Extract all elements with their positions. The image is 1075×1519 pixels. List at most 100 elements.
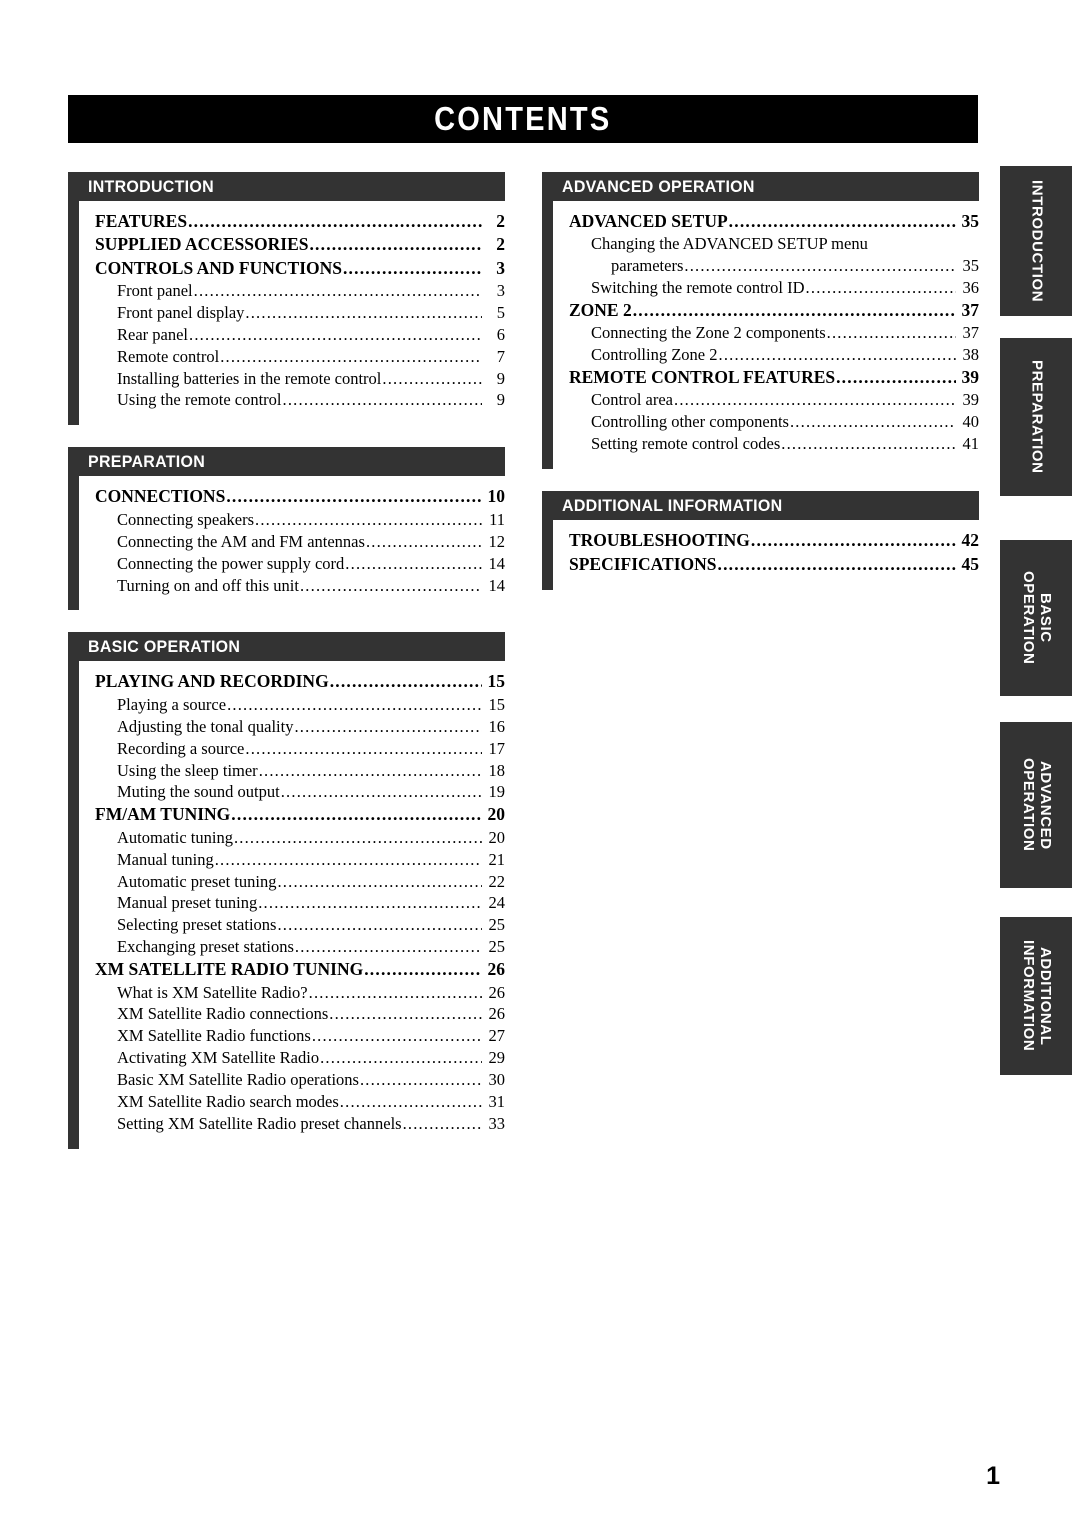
toc-leader-dots: ........................................… [214, 849, 482, 869]
toc-entry[interactable]: SPECIFICATIONS .........................… [569, 553, 979, 576]
toc-entry-page: 31 [488, 1092, 506, 1112]
toc-leader-dots: ........................................… [245, 302, 482, 322]
toc-entry[interactable]: Changing the ADVANCED SETUP menu paramete… [591, 233, 979, 277]
toc-entry[interactable]: TROUBLESHOOTING ........................… [569, 529, 979, 552]
toc-entry[interactable]: Controlling Zone 2 .....................… [591, 344, 979, 366]
toc-entry[interactable]: Switching the remote control ID ........… [591, 277, 979, 299]
toc-entry[interactable]: ZONE 2 .................................… [569, 299, 979, 322]
toc-entry[interactable]: Connecting the Zone 2 components .......… [591, 322, 979, 344]
toc-entry-label: Controlling Zone 2 [591, 345, 718, 365]
toc-entry[interactable]: Muting the sound output ................… [117, 781, 505, 803]
side-tab-additional-information[interactable]: ADDITIONAL INFORMATION [1000, 917, 1072, 1075]
toc-entry-page: 25 [488, 915, 506, 935]
toc-leader-dots: ........................................… [299, 575, 482, 595]
toc-leader-dots: ........................................… [345, 553, 482, 573]
toc-entry-label: parameters [611, 256, 684, 276]
toc-entry[interactable]: XM SATELLITE RADIO TUNING ..............… [95, 958, 505, 981]
toc-entry[interactable]: Playing a source .......................… [117, 694, 505, 716]
toc-entry[interactable]: PLAYING AND RECORDING ..................… [95, 670, 505, 693]
toc-entry[interactable]: Front panel ............................… [117, 280, 505, 302]
toc-leader-dots: ........................................… [311, 1026, 482, 1046]
toc-entry[interactable]: Remote control .........................… [117, 346, 505, 368]
toc-leader-dots: ........................................… [308, 982, 482, 1002]
toc-leader-dots: ........................................… [188, 211, 482, 231]
toc-entry[interactable]: XM Satellite Radio connections .........… [117, 1003, 505, 1025]
toc-entry[interactable]: Adjusting the tonal quality ............… [117, 716, 505, 738]
toc-entry[interactable]: Installing batteries in the remote contr… [117, 368, 505, 390]
toc-leader-dots: ........................................… [329, 1004, 482, 1024]
side-tab-label: INTRODUCTION [1028, 179, 1046, 303]
toc-leader-dots: ........................................… [231, 804, 482, 825]
toc-section: ADVANCED OPERATION ADVANCED SETUP .......… [542, 172, 979, 470]
toc-entry[interactable]: Front panel display ....................… [117, 302, 505, 324]
side-tab-basic-operation[interactable]: BASIC OPERATION [1000, 540, 1072, 696]
toc-entry-label: ADVANCED SETUP [569, 211, 728, 231]
section-header-bar: INTRODUCTION [68, 172, 505, 201]
toc-entry[interactable]: CONNECTIONS ............................… [95, 485, 505, 508]
toc-entry-page: 15 [488, 694, 506, 714]
toc-entry-label: Using the remote control [117, 390, 282, 410]
toc-leader-dots: ........................................… [258, 893, 482, 913]
toc-leader-dots: ........................................… [805, 278, 956, 298]
toc-entry[interactable]: Connecting the AM and FM antennas ......… [117, 531, 505, 553]
side-tab-advanced-operation[interactable]: ADVANCED OPERATION [1000, 722, 1072, 888]
side-tab-preparation[interactable]: PREPARATION [1000, 338, 1072, 496]
toc-entry-label: FEATURES [95, 211, 188, 231]
section-body: PLAYING AND RECORDING ..................… [68, 661, 505, 1150]
toc-leader-dots: ........................................… [750, 530, 956, 551]
toc-entry[interactable]: FM/AM TUNING ...........................… [95, 803, 505, 826]
toc-entry[interactable]: Control area ...........................… [591, 389, 979, 411]
toc-leader-dots: ........................................… [282, 390, 482, 410]
toc-entry[interactable]: Manual preset tuning ...................… [117, 892, 505, 914]
toc-entry-page: 6 [496, 324, 505, 344]
toc-entry[interactable]: Recording a source .....................… [117, 738, 505, 760]
toc-entry[interactable]: Selecting preset stations ..............… [117, 914, 505, 936]
toc-entry-page: 42 [961, 530, 980, 551]
toc-entry-page: 41 [962, 434, 980, 454]
toc-leader-dots: ........................................… [320, 1048, 482, 1068]
toc-entry[interactable]: Automatic tuning .......................… [117, 827, 505, 849]
section-title: BASIC OPERATION [88, 636, 241, 656]
section-header-bar: PREPARATION [68, 447, 505, 477]
toc-entry[interactable]: Activating XM Satellite Radio ..........… [117, 1047, 505, 1069]
toc-entry-page: 29 [488, 1048, 506, 1068]
section-body: ADVANCED SETUP .........................… [542, 201, 979, 470]
toc-entry[interactable]: XM Satellite Radio functions ...........… [117, 1025, 505, 1047]
toc-leader-dots: ........................................… [342, 257, 482, 278]
toc-entry[interactable]: Manual tuning ..........................… [117, 849, 505, 871]
toc-entry[interactable]: Rear panel .............................… [117, 324, 505, 346]
toc-entry[interactable]: Connecting speakers ....................… [117, 509, 505, 531]
toc-leader-dots: ........................................… [277, 871, 482, 891]
toc-entry[interactable]: Basic XM Satellite Radio operations ....… [117, 1069, 505, 1091]
toc-entry[interactable]: Setting XM Satellite Radio preset channe… [117, 1113, 505, 1135]
toc-leader-dots: ........................................… [226, 486, 482, 507]
side-tab-introduction[interactable]: INTRODUCTION [1000, 166, 1072, 316]
toc-entry-page: 10 [487, 486, 506, 507]
toc-entry[interactable]: SUPPLIED ACCESSORIES ...................… [95, 233, 505, 256]
toc-section: ADDITIONAL INFORMATION TROUBLESHOOTING ..… [542, 491, 979, 590]
toc-entry-label: Connecting the power supply cord [117, 553, 345, 573]
toc-entry[interactable]: Turning on and off this unit ...........… [117, 575, 505, 597]
toc-entry[interactable]: Automatic preset tuning ................… [117, 871, 505, 893]
toc-entry[interactable]: Using the remote control ...............… [117, 389, 505, 411]
toc-section: BASIC OPERATION PLAYING AND RECORDING ...… [68, 632, 505, 1150]
toc-entry[interactable]: ADVANCED SETUP .........................… [569, 210, 979, 233]
toc-entry[interactable]: XM Satellite Radio search modes ........… [117, 1091, 505, 1113]
toc-entry-label: Exchanging preset stations [117, 937, 294, 957]
toc-entry[interactable]: REMOTE CONTROL FEATURES ................… [569, 366, 979, 389]
toc-entry[interactable]: What is XM Satellite Radio? ............… [117, 982, 505, 1004]
toc-entry[interactable]: Using the sleep timer ..................… [117, 760, 505, 782]
toc-entry[interactable]: Setting remote control codes ...........… [591, 433, 979, 455]
toc-entry-label: XM Satellite Radio connections [117, 1004, 329, 1024]
toc-entry-label: Setting XM Satellite Radio preset channe… [117, 1114, 402, 1134]
toc-entry[interactable]: Exchanging preset stations .............… [117, 936, 505, 958]
toc-entry[interactable]: FEATURES ...............................… [95, 210, 505, 233]
toc-leader-dots: ........................................… [258, 760, 482, 780]
toc-entry-page: 5 [496, 302, 505, 322]
toc-entry[interactable]: CONTROLS AND FUNCTIONS .................… [95, 257, 505, 280]
toc-entry-label: Manual tuning [117, 849, 214, 869]
toc-leader-dots: ........................................… [220, 346, 482, 366]
toc-section: INTRODUCTION FEATURES ...................… [68, 172, 505, 426]
toc-entry[interactable]: Controlling other components ...........… [591, 411, 979, 433]
toc-entry[interactable]: Connecting the power supply cord .......… [117, 553, 505, 575]
